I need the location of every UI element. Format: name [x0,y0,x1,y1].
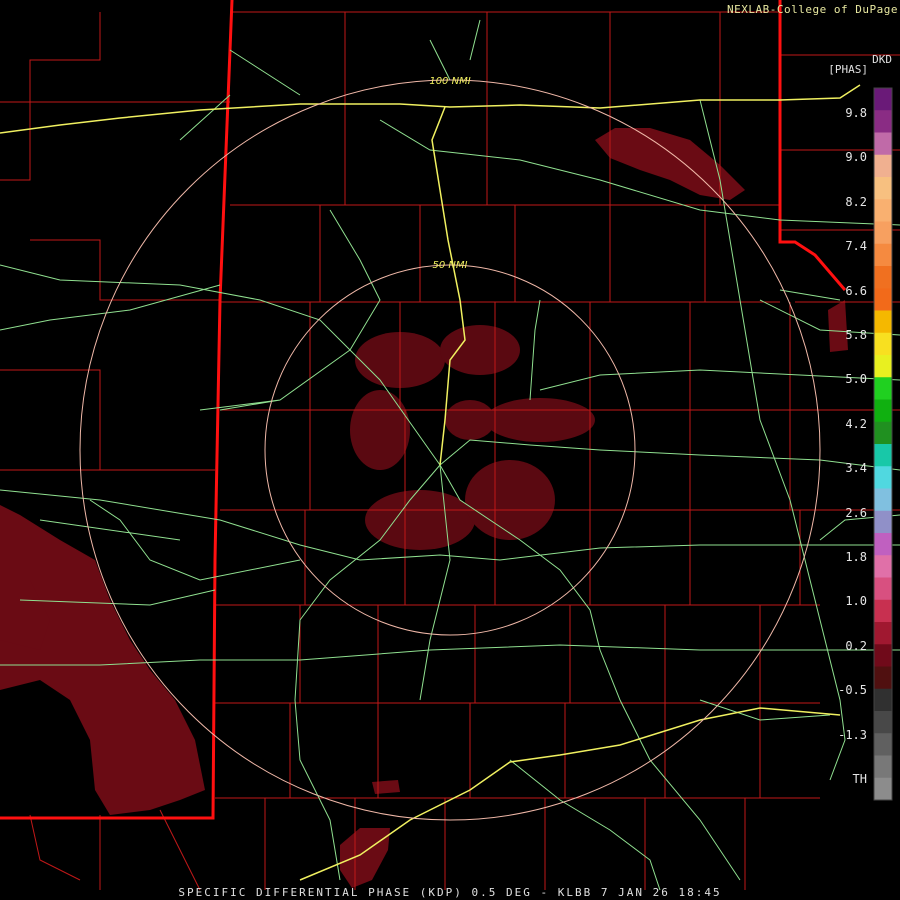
legend-swatch [874,466,892,489]
legend-swatch [874,110,892,133]
echo-east [828,300,848,352]
legend-swatch [874,221,892,245]
legend-swatch [874,622,892,645]
legend-tick-label: -0.5 [838,683,867,698]
legend-swatch [874,399,892,423]
echo-south-small [372,780,400,794]
legend-unit: [PHAS] [828,63,868,76]
legend-swatch [874,310,892,334]
precipitation-echoes [0,128,848,888]
legend-swatch [874,599,892,623]
legend-tick-label: 9.0 [845,150,867,165]
legend-swatch [874,243,892,267]
legend-tick-label: 0.2 [845,638,867,653]
legend-swatch [874,777,892,801]
legend-tick-label: 1.0 [845,594,867,609]
legend-tick-label: 3.4 [845,461,867,476]
legend-swatch [874,377,892,400]
legend-swatch [874,510,892,534]
echo-northeast [595,128,745,200]
legend-swatch [874,421,892,445]
legend-swatch [874,755,892,779]
credit-text: NEXLAB-College of DuPage [727,3,898,16]
legend-tick-label: 2.6 [845,505,867,520]
echo-speckle-center [350,325,595,550]
legend-swatch [874,288,892,311]
legend-swatch [874,177,892,200]
range-ring-label-50: 50 NMI [433,260,468,271]
legend-swatch [874,711,892,734]
legend-swatch [874,332,892,356]
radar-map: 100 NMI 50 NMI [0,0,900,891]
legend-colorbar [873,87,893,801]
legend-tick-label: 7.4 [845,239,867,254]
product-code: DKD [872,53,892,66]
legend-tick-label: 8.2 [845,194,867,209]
legend-swatch [874,154,892,178]
range-ring-label-100: 100 NMI [429,76,470,87]
legend-tick-label: 6.6 [845,283,867,298]
legend-tick-label: 1.8 [845,550,867,564]
legend-tick-label: -1.3 [838,727,867,742]
legend-tick-label: 9.8 [845,106,867,120]
legend-tick-label: TH [852,772,867,786]
legend-swatch [874,355,892,378]
legend-swatch [874,88,892,111]
legend-swatch [874,533,892,556]
legend-swatch [874,733,892,756]
legend-swatch [874,555,892,578]
legend-swatch [874,488,892,512]
range-ring-labels: 100 NMI 50 NMI [429,76,470,271]
legend-swatch [874,444,892,467]
legend-swatch [874,666,892,690]
legend-swatch [874,644,892,667]
legend-tick-label: 5.8 [845,328,867,342]
legend-swatch [874,132,892,156]
legend-swatch [874,199,892,222]
product-caption: SPECIFIC DIFFERENTIAL PHASE (KDP) 0.5 DE… [178,886,722,899]
legend-swatch [874,266,892,289]
echo-south [340,828,390,888]
legend-tick-label: 4.2 [845,416,867,431]
legend-tick-label: 5.0 [845,372,867,387]
echo-west-band [0,505,205,815]
legend-swatch [874,688,892,712]
legend-swatch [874,577,892,601]
